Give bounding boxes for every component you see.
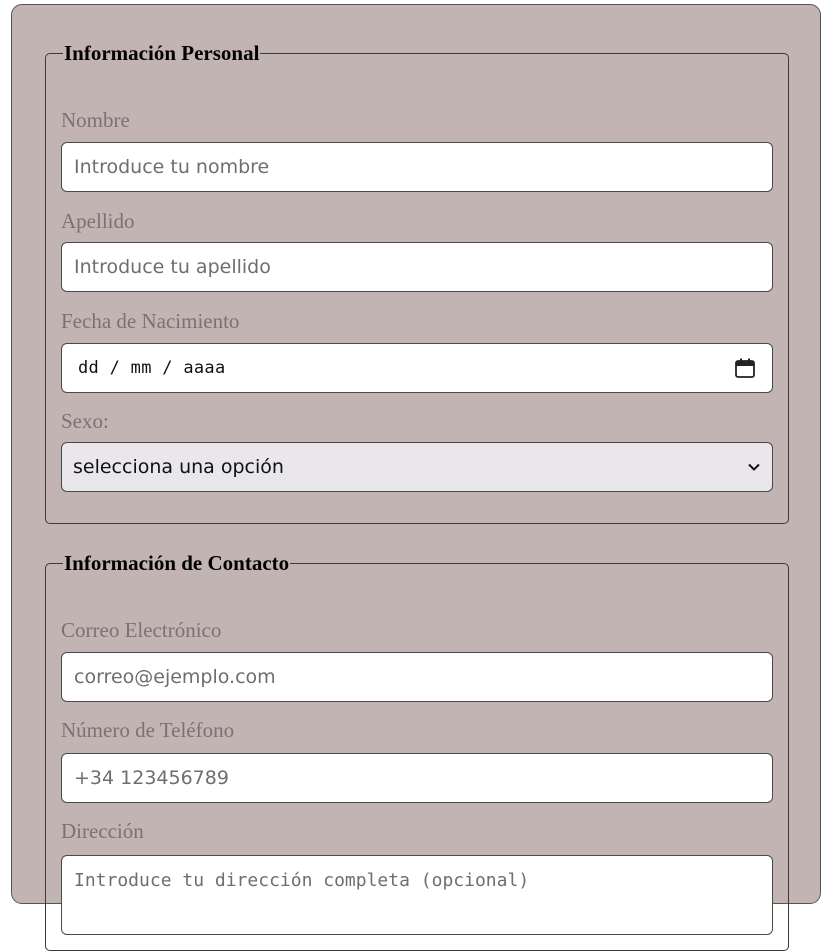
- personal-info-legend: Información Personal: [64, 41, 260, 65]
- apellido-input[interactable]: [61, 242, 773, 292]
- sexo-select[interactable]: selecciona una opción: [61, 442, 773, 492]
- apellido-label: Apellido: [61, 209, 135, 233]
- sexo-selected-value: selecciona una opción: [73, 456, 284, 478]
- chevron-down-icon: [747, 460, 761, 474]
- contact-info-legend: Información de Contacto: [64, 551, 290, 575]
- telefono-input[interactable]: [61, 753, 773, 803]
- telefono-label: Número de Teléfono: [61, 718, 235, 742]
- contact-info-fieldset: Información de Contacto Correo Electróni…: [45, 551, 789, 951]
- calendar-icon[interactable]: [734, 357, 756, 379]
- sexo-label: Sexo:: [61, 409, 109, 433]
- correo-label: Correo Electrónico: [61, 618, 222, 642]
- registration-form: Información Personal Nombre Apellido Fec…: [11, 4, 821, 951]
- correo-input[interactable]: [61, 652, 773, 702]
- fecha-nacimiento-input[interactable]: dd / mm / aaaa: [61, 343, 773, 393]
- direccion-textarea[interactable]: [61, 855, 773, 935]
- fecha-nacimiento-label: Fecha de Nacimiento: [61, 309, 240, 333]
- direccion-label: Dirección: [61, 819, 144, 843]
- nombre-label: Nombre: [61, 108, 130, 132]
- nombre-input[interactable]: [61, 142, 773, 192]
- personal-info-fieldset: Información Personal Nombre Apellido Fec…: [45, 41, 789, 524]
- date-format-text: dd / mm / aaaa: [78, 358, 226, 378]
